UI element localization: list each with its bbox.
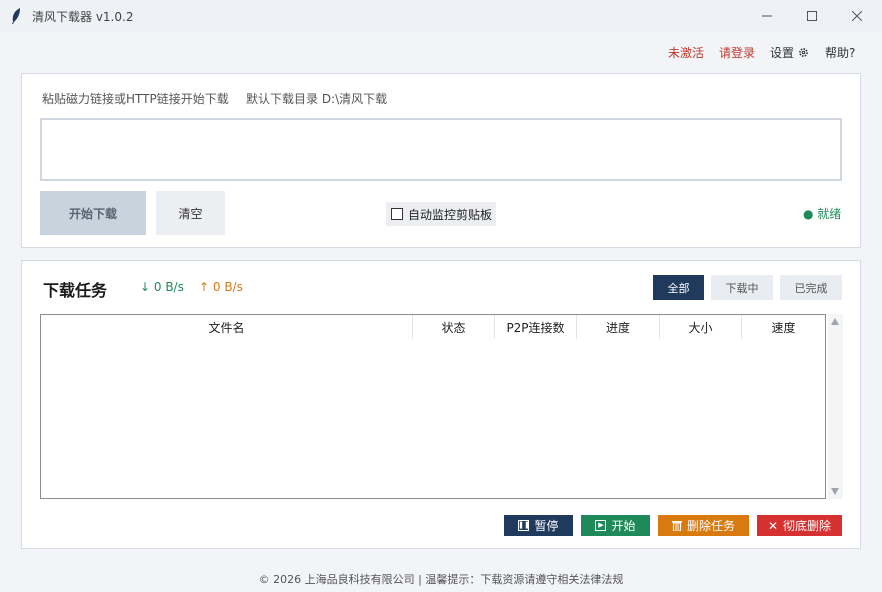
clipboard-monitor-toggle[interactable]: 自动监控剪贴板 [386,202,496,226]
maximize-icon [807,11,817,21]
column-progress[interactable]: 进度 [577,315,660,339]
filter-all[interactable]: 全部 [653,275,704,300]
input-panel: 粘贴磁力链接或HTTP链接开始下载 默认下载目录 D:\清风下载 开始下载 清空… [21,73,861,248]
title-bar: 清风下载器 v1.0.2 [0,0,882,32]
task-table: 文件名 状态 P2P连接数 进度 大小 速度 [40,314,826,499]
column-p2p[interactable]: P2P连接数 [495,315,577,339]
download-dir-label: 默认下载目录 D:\清风下载 [246,92,388,106]
maximize-button[interactable] [789,0,835,32]
activate-link[interactable]: 未激活 [668,44,704,60]
close-icon [852,11,862,21]
clipboard-monitor-label: 自动监控剪贴板 [408,207,493,222]
gear-icon [798,48,808,57]
x-icon: ✕ [767,518,779,533]
table-header: 文件名 状态 P2P连接数 进度 大小 速度 [41,315,825,339]
login-link[interactable]: 请登录 [719,44,755,60]
footer-text: © 2026 上海品良科技有限公司 | 温馨提示：下载资源请遵守相关法律法规 [258,573,624,586]
filter-completed[interactable]: 已完成 [780,275,842,300]
download-speed: ↓ 0 B/s [140,280,184,294]
pause-button[interactable]: ❚❚ 暂停 [504,515,573,536]
scroll-down-icon[interactable] [831,488,839,495]
settings-label: 设置 [770,46,795,60]
tasks-title: 下载任务 [43,281,108,300]
scroll-up-icon[interactable] [831,318,839,325]
filter-downloading[interactable]: 下载中 [711,275,773,300]
play-icon: ▶ [595,520,607,531]
window-title: 清风下载器 v1.0.2 [32,10,134,24]
purge-button[interactable]: ✕ 彻底删除 [757,515,842,536]
table-scrollbar[interactable] [828,314,843,499]
minimize-icon [762,15,772,17]
column-size[interactable]: 大小 [660,315,742,339]
clear-button[interactable]: 清空 [156,191,225,235]
trash-icon [671,521,682,531]
start-download-button[interactable]: 开始下载 [40,191,146,235]
status-indicator: ● 就绪 [803,207,842,221]
close-button[interactable] [834,0,880,32]
link-hint: 粘贴磁力链接或HTTP链接开始下载 [42,92,229,106]
purge-label: 彻底删除 [783,519,832,533]
upload-speed: ↑ 0 B/s [199,280,243,294]
tasks-panel: 下载任务 ↓ 0 B/s ↑ 0 B/s 全部 下载中 已完成 文件名 状态 P… [21,260,861,549]
clipboard-monitor-checkbox[interactable] [391,208,403,220]
column-status[interactable]: 状态 [413,315,495,339]
pause-label: 暂停 [534,519,559,533]
help-link[interactable]: 帮助? [825,44,855,60]
feather-icon [12,8,20,24]
minimize-button[interactable] [744,0,790,32]
delete-task-button[interactable]: 删除任务 [658,515,749,536]
column-speed[interactable]: 速度 [742,315,825,339]
start-button[interactable]: ▶ 开始 [581,515,650,536]
start-label: 开始 [611,519,636,533]
link-input[interactable] [40,118,842,181]
settings-link[interactable]: 设置 [770,44,809,60]
pause-icon: ❚❚ [518,520,530,531]
delete-task-label: 删除任务 [686,519,735,533]
column-filename[interactable]: 文件名 [41,315,413,339]
